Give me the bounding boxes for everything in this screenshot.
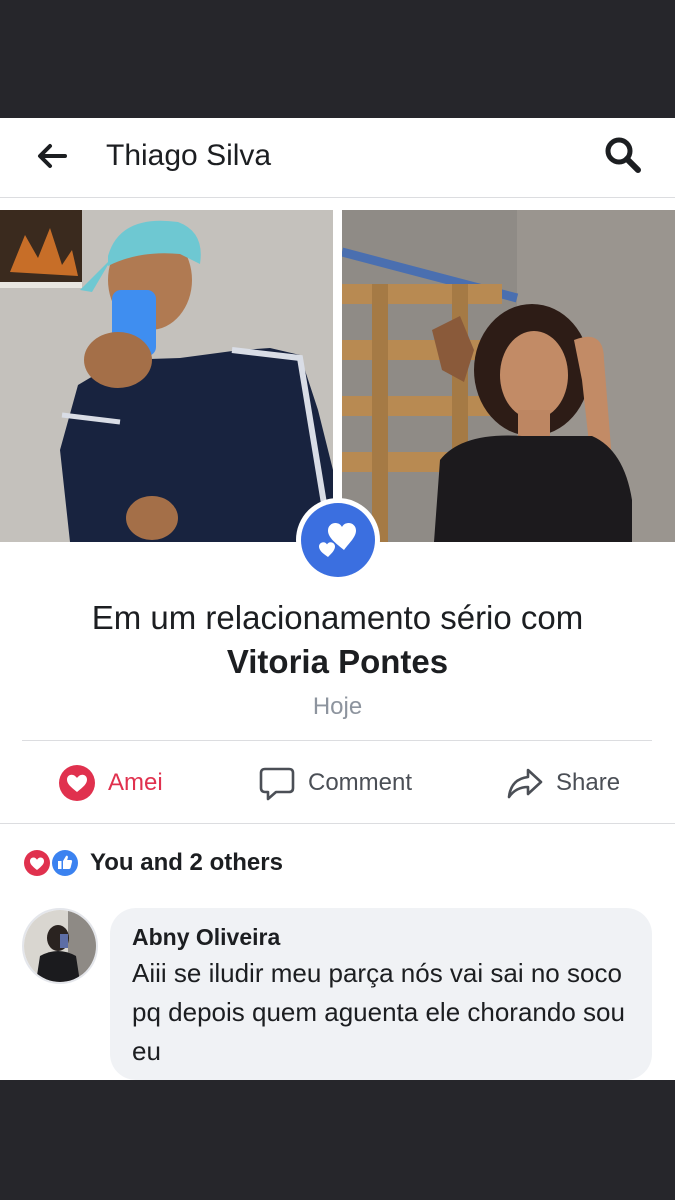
action-bar: Amei Comment Share — [0, 754, 675, 812]
share-icon — [507, 768, 543, 799]
hearts-icon — [301, 503, 375, 577]
post-screen: Thiago Silva Em um relacionamento sério … — [0, 118, 675, 1080]
app-header: Thiago Silva — [0, 118, 675, 198]
share-button-label: Share — [556, 769, 621, 796]
comment-author[interactable]: Abny Oliveira — [132, 922, 630, 952]
love-reaction-icon — [59, 765, 95, 801]
share-button[interactable]: Share — [506, 754, 620, 812]
top-dark-frame — [0, 0, 675, 118]
comment-text: Aiii se iludir meu parça nós vai sai no … — [132, 958, 625, 1066]
divider — [22, 740, 652, 741]
bottom-dark-frame — [0, 1080, 675, 1200]
comment-button-label: Comment — [308, 769, 413, 796]
back-button[interactable] — [30, 134, 74, 178]
search-icon — [605, 137, 641, 173]
relationship-badge — [296, 498, 380, 582]
couple-photos — [0, 210, 675, 542]
like-icon — [50, 848, 80, 878]
relationship-status-text: Em um relacionamento sério com — [91, 599, 584, 636]
comment-button[interactable]: Comment — [258, 754, 412, 812]
love-icon — [22, 848, 52, 878]
avatar[interactable] — [22, 908, 98, 984]
reaction-icons — [22, 848, 84, 878]
page-title: Thiago Silva — [106, 139, 272, 172]
partner-photo[interactable] — [342, 210, 675, 542]
search-button[interactable] — [598, 130, 648, 180]
arrow-left-icon — [38, 144, 67, 168]
comment-bubble: Abny Oliveira Aiii se iludir meu parça n… — [110, 908, 652, 1080]
profile-photo[interactable] — [0, 210, 333, 542]
reactions-summary[interactable]: You and 2 others — [22, 846, 283, 880]
event-date: Hoje — [312, 693, 363, 720]
react-button[interactable]: Amei — [58, 754, 163, 812]
reactions-count-text: You and 2 others — [90, 849, 283, 876]
comment-icon — [259, 767, 295, 801]
react-button-label: Amei — [108, 769, 163, 796]
partner-name-link[interactable]: Vitoria Pontes — [0, 642, 675, 682]
divider — [0, 823, 675, 824]
